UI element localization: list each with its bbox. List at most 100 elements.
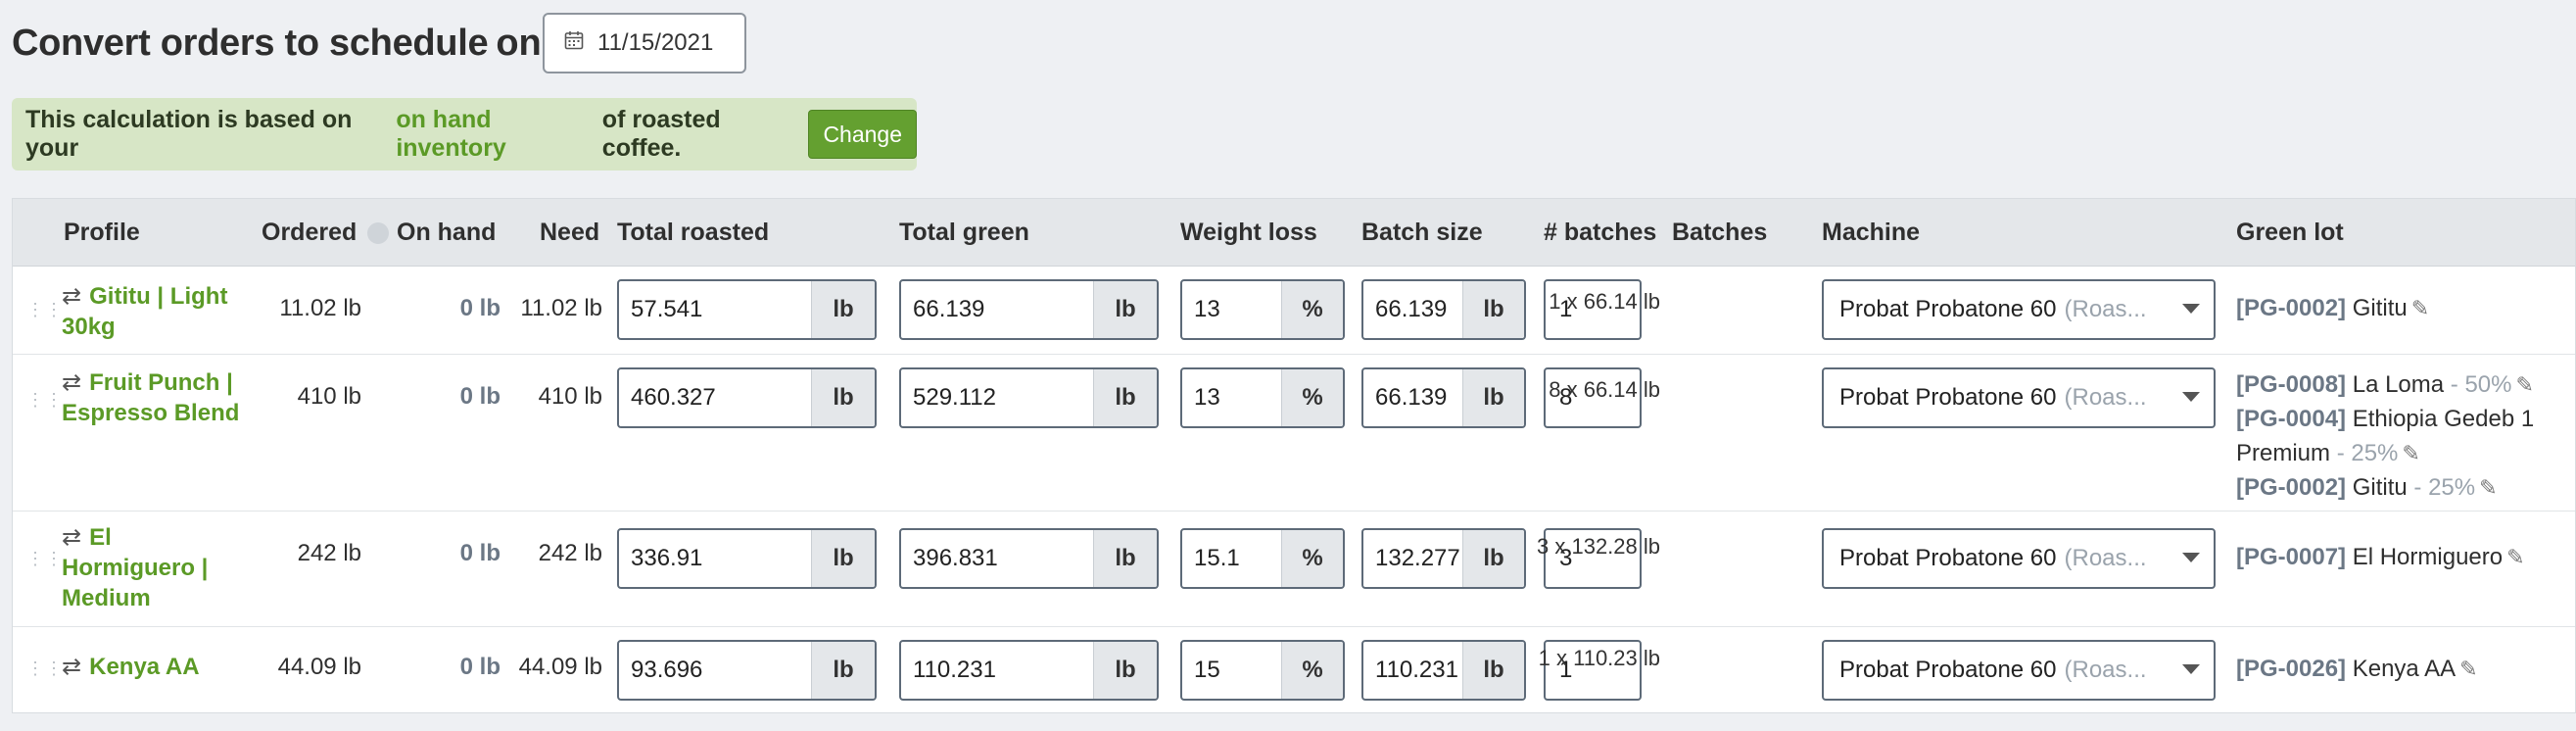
drag-handle-icon[interactable]: ⋮⋮ bbox=[26, 550, 63, 567]
lot-percent: - 25% bbox=[2413, 474, 2476, 501]
col-need[interactable]: Need bbox=[540, 219, 599, 247]
lot-percent: - 50% bbox=[2450, 371, 2512, 398]
green-lot-list: [PG-0007] El Hormiguero ✎ bbox=[2236, 540, 2525, 574]
total-green-input[interactable]: 66.139 lb bbox=[899, 279, 1159, 340]
unit-lb: lb bbox=[811, 530, 875, 587]
machine-select[interactable]: Probat Probatone 60 (Roas... bbox=[1822, 528, 2216, 589]
machine-select[interactable]: Probat Probatone 60 (Roas... bbox=[1822, 367, 2216, 428]
batch-size-value: 132.277 bbox=[1375, 545, 1460, 571]
lot-code: [PG-0004] bbox=[2236, 406, 2347, 432]
col-total-green[interactable]: Total green bbox=[899, 219, 1029, 247]
lot-percent: - 25% bbox=[2336, 440, 2399, 466]
total-roasted-input[interactable]: 460.327 lb bbox=[617, 367, 877, 428]
machine-select[interactable]: Probat Probatone 60 (Roas... bbox=[1822, 279, 2216, 340]
unit-lb: lb bbox=[811, 281, 875, 338]
ordered-value: 44.09 lb bbox=[277, 654, 361, 680]
total-roasted-value: 336.91 bbox=[631, 545, 703, 571]
pencil-icon[interactable]: ✎ bbox=[2402, 441, 2419, 465]
col-batches[interactable]: Batches bbox=[1672, 219, 1767, 247]
swap-arrows-icon[interactable]: ⇄ bbox=[62, 524, 81, 551]
pencil-icon[interactable]: ✎ bbox=[2516, 372, 2534, 397]
batch-size-input[interactable]: 66.139 lb bbox=[1361, 279, 1526, 340]
profile-link[interactable]: ⇄ El Hormiguero | Medium bbox=[62, 522, 248, 613]
weight-loss-input[interactable]: 13% bbox=[1180, 279, 1345, 340]
weight-loss-value: 15.1 bbox=[1194, 545, 1240, 571]
calendar-icon bbox=[564, 29, 584, 57]
machine-note: (Roas... bbox=[2064, 545, 2147, 571]
col-num-batches[interactable]: # batches bbox=[1544, 219, 1656, 247]
col-on-hand[interactable]: On hand bbox=[367, 219, 496, 247]
drag-handle-icon[interactable]: ⋮⋮ bbox=[26, 391, 63, 409]
col-profile[interactable]: Profile bbox=[64, 219, 140, 247]
pencil-icon[interactable]: ✎ bbox=[2506, 545, 2524, 569]
total-roasted-input[interactable]: 57.541 lb bbox=[617, 279, 877, 340]
chevron-down-icon bbox=[2182, 392, 2200, 402]
green-lot-list: [PG-0026] Kenya AA ✎ bbox=[2236, 652, 2478, 686]
lot-name: La Loma bbox=[2352, 371, 2445, 398]
pencil-icon[interactable]: ✎ bbox=[2411, 296, 2429, 320]
unit-lb: lb bbox=[811, 369, 875, 426]
total-green-value: 529.112 bbox=[913, 384, 996, 411]
ordered-value: 11.02 lb bbox=[279, 295, 361, 321]
unit-lb: lb bbox=[811, 642, 875, 699]
pencil-icon[interactable]: ✎ bbox=[2479, 475, 2497, 500]
unit-lb: lb bbox=[1093, 642, 1157, 699]
profile-link[interactable]: ⇄ Kenya AA bbox=[62, 652, 248, 682]
profile-name: El Hormiguero | Medium bbox=[62, 524, 209, 611]
on-hand-inventory-link[interactable]: on hand inventory bbox=[396, 106, 596, 163]
unit-lb: lb bbox=[1093, 281, 1157, 338]
batch-size-input[interactable]: 132.277 lb bbox=[1361, 528, 1526, 589]
col-weight-loss[interactable]: Weight loss bbox=[1180, 219, 1317, 247]
weight-loss-input[interactable]: 15% bbox=[1180, 640, 1345, 701]
total-green-input[interactable]: 396.831 lb bbox=[899, 528, 1159, 589]
profile-name: Gititu | Light 30kg bbox=[62, 283, 228, 340]
weight-loss-input[interactable]: 15.1% bbox=[1180, 528, 1345, 589]
lot-code: [PG-0026] bbox=[2236, 656, 2347, 682]
batch-size-input[interactable]: 110.231 lb bbox=[1361, 640, 1526, 701]
ordered-value: 410 lb bbox=[297, 383, 361, 410]
total-roasted-input[interactable]: 93.696 lb bbox=[617, 640, 877, 701]
batches-summary: 1 x 66.14 lb bbox=[1549, 289, 1660, 314]
notice-suffix: of roasted coffee. bbox=[601, 106, 721, 162]
pencil-icon[interactable]: ✎ bbox=[2459, 657, 2477, 681]
unit-percent: % bbox=[1281, 642, 1343, 699]
profile-link[interactable]: ⇄ Gititu | Light 30kg bbox=[62, 281, 248, 342]
lot-name: Ethiopia Gedeb 1 bbox=[2352, 406, 2535, 432]
drag-handle-icon[interactable]: ⋮⋮ bbox=[26, 301, 63, 318]
lot-code: [PG-0008] bbox=[2236, 371, 2347, 398]
batch-size-input[interactable]: 66.139 lb bbox=[1361, 367, 1526, 428]
total-roasted-value: 460.327 bbox=[631, 384, 716, 411]
drag-handle-icon[interactable]: ⋮⋮ bbox=[26, 659, 63, 677]
total-green-input[interactable]: 110.231 lb bbox=[899, 640, 1159, 701]
machine-select[interactable]: Probat Probatone 60 (Roas... bbox=[1822, 640, 2216, 701]
lot-name: Gititu bbox=[2352, 295, 2408, 321]
on-hand-value: 0 lb bbox=[459, 295, 501, 321]
total-green-value: 110.231 bbox=[913, 657, 996, 683]
total-roasted-value: 93.696 bbox=[631, 657, 703, 683]
total-green-input[interactable]: 529.112 lb bbox=[899, 367, 1159, 428]
lot-name: Gititu bbox=[2352, 474, 2408, 501]
col-green-lot[interactable]: Green lot bbox=[2236, 219, 2344, 247]
machine-note: (Roas... bbox=[2064, 296, 2147, 322]
page-title: Convert orders to schedule bbox=[12, 22, 489, 64]
weight-loss-input[interactable]: 13% bbox=[1180, 367, 1345, 428]
swap-arrows-icon[interactable]: ⇄ bbox=[62, 654, 81, 680]
swap-arrows-icon[interactable]: ⇄ bbox=[62, 369, 81, 396]
change-button[interactable]: Change bbox=[808, 110, 918, 159]
swap-arrows-icon[interactable]: ⇄ bbox=[62, 283, 81, 310]
col-total-roasted[interactable]: Total roasted bbox=[617, 219, 769, 247]
info-icon[interactable] bbox=[367, 222, 389, 245]
profile-link[interactable]: ⇄ Fruit Punch | Espresso Blend bbox=[62, 367, 248, 428]
col-ordered[interactable]: Ordered bbox=[262, 219, 357, 247]
schedule-date-picker[interactable]: 11/15/2021 bbox=[543, 13, 746, 73]
batches-summary: 1 x 110.23 lb bbox=[1538, 646, 1660, 670]
table-header: Profile Ordered On hand Need Total roast… bbox=[13, 199, 2575, 267]
weight-loss-value: 13 bbox=[1194, 384, 1220, 411]
col-machine[interactable]: Machine bbox=[1822, 219, 1920, 247]
green-lot-item: [PG-0002] Gititu ✎ bbox=[2236, 291, 2429, 325]
col-batch-size[interactable]: Batch size bbox=[1361, 219, 1483, 247]
lot-name-cont: Premium bbox=[2236, 440, 2331, 466]
green-lot-item: [PG-0008] La Loma - 50% ✎ bbox=[2236, 367, 2534, 402]
unit-lb: lb bbox=[1462, 369, 1524, 426]
total-roasted-input[interactable]: 336.91 lb bbox=[617, 528, 877, 589]
